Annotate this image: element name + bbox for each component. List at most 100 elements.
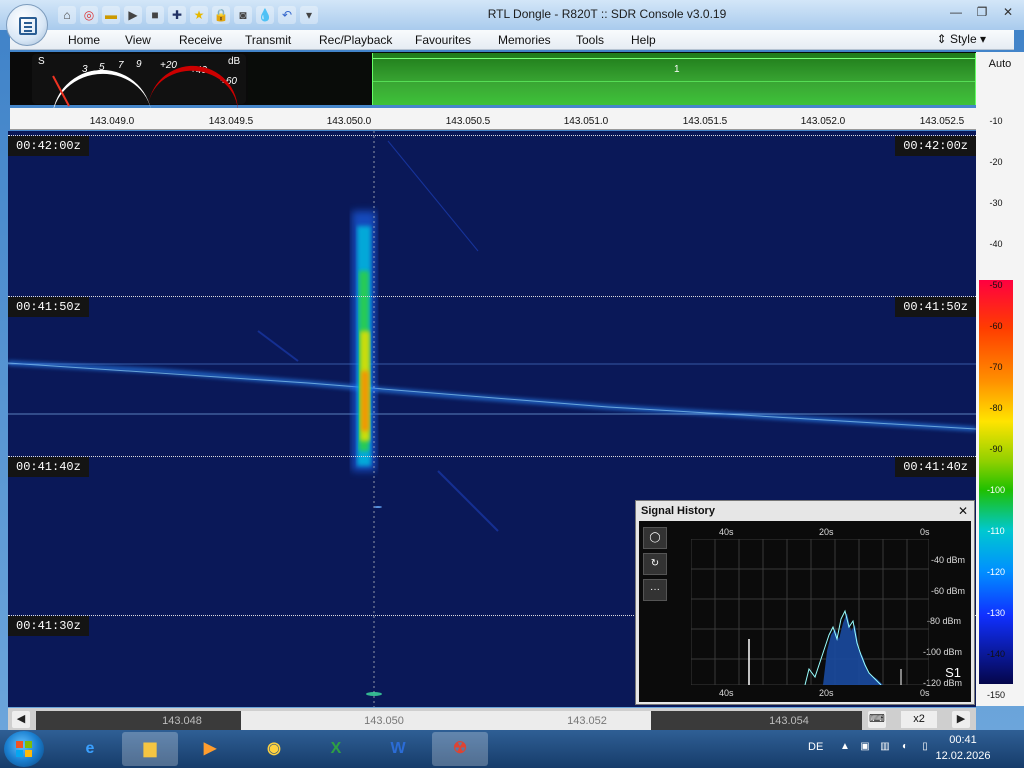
scale-value: -80 <box>989 403 1003 413</box>
timestamp-left: 00:41:40z <box>8 457 89 477</box>
ruler-tick: 143.052.5 <box>919 116 965 127</box>
minimize-icon[interactable]: — <box>946 3 966 21</box>
menu-tools[interactable]: Tools <box>576 33 604 47</box>
sdr-console-icon[interactable]: ☢ <box>432 732 488 766</box>
menu-view[interactable]: View <box>125 33 151 47</box>
tray-app-icon[interactable]: ▣ <box>858 740 872 754</box>
history-level-label: -80 dBm <box>927 616 962 626</box>
ruler-tick: 143.049.0 <box>89 116 135 127</box>
scale-value: -140 <box>986 649 1005 659</box>
menu-rec-playback[interactable]: Rec/Playback <box>319 33 392 47</box>
scale-value: -40 <box>989 239 1003 249</box>
clock-time[interactable]: 00:41 <box>928 734 998 746</box>
scale-value: -150 <box>986 690 1005 700</box>
ruler-tick: 143.051.0 <box>563 116 609 127</box>
scale-value: -130 <box>986 608 1005 618</box>
menu-receive[interactable]: Receive <box>179 33 222 47</box>
network-icon[interactable]: ▥ <box>878 740 892 754</box>
receive-filter-band[interactable] <box>372 53 976 105</box>
taskbar: e ▆ ▶ ◉ X W ☢ DE ▲ ▣ ▥ ◐ ▯ 00:41 12.02.2… <box>0 730 1024 768</box>
application-menu-button[interactable] <box>6 4 48 46</box>
history-level-label: -40 dBm <box>931 555 966 565</box>
scroll-right-icon[interactable]: ▶ <box>952 711 970 728</box>
color-scale-bar[interactable] <box>979 280 1013 684</box>
ruler-tick: 143.051.5 <box>682 116 728 127</box>
scale-value: -10 <box>989 116 1003 126</box>
scroll-left-icon[interactable]: ◀ <box>12 711 30 728</box>
close-icon[interactable]: ✕ <box>998 3 1018 21</box>
frequency-ruler[interactable]: 143.049.0 143.049.5 143.050.0 143.050.5 … <box>10 108 976 130</box>
ruler-tick: 143.050.0 <box>326 116 372 127</box>
menu-home[interactable]: Home <box>68 33 100 47</box>
timestamp-right: 00:41:50z <box>895 297 976 317</box>
window-title: RTL Dongle - R820T :: SDR Console v3.0.1… <box>487 7 727 21</box>
ruler-tick: 143.052.0 <box>800 116 846 127</box>
history-top-label: 0s <box>920 527 930 537</box>
menu-memories[interactable]: Memories <box>498 33 551 47</box>
scale-value: -110 <box>987 526 1005 536</box>
scale-value: -20 <box>989 157 1003 167</box>
time-line <box>8 135 976 136</box>
explorer-folder-icon[interactable]: ▆ <box>122 732 178 766</box>
ruler-tick: 143.049.5 <box>208 116 254 127</box>
meter-db-label: dB <box>228 56 241 67</box>
signal-history-panel[interactable]: Signal History ✕ ◯ ↻ ··· 40s 20s 0s 40s … <box>635 500 975 705</box>
language-indicator[interactable]: DE <box>808 741 823 753</box>
restore-icon[interactable]: ❐ <box>972 3 992 21</box>
volume-icon[interactable]: ◐ <box>898 740 912 754</box>
scale-auto-button[interactable]: Auto <box>976 58 1024 70</box>
media-player-icon[interactable]: ▶ <box>182 732 238 766</box>
close-icon[interactable]: ✕ <box>958 504 968 518</box>
db-scale: Auto -10 -20 -30 -40 -50 -60 -70 -80 -90… <box>976 52 1024 706</box>
word-icon[interactable]: W <box>370 732 426 766</box>
timestamp-right: 00:42:00z <box>895 136 976 156</box>
keyboard-icon[interactable]: ⌨ <box>868 711 886 728</box>
meter-s-label: S <box>38 56 45 67</box>
start-button[interactable] <box>4 731 44 767</box>
scale-value: -50 <box>989 280 1003 290</box>
spectrum-display[interactable] <box>248 52 976 105</box>
system-tray: ▲ ▣ ▥ ◐ ▯ <box>838 740 932 754</box>
history-top-label: 20s <box>819 527 834 537</box>
signal-history-title: Signal History <box>641 505 715 517</box>
time-line <box>8 296 976 297</box>
chrome-icon[interactable]: ◉ <box>246 732 302 766</box>
menu-transmit[interactable]: Transmit <box>245 33 291 47</box>
windows-logo-icon <box>16 741 32 757</box>
more-icon[interactable]: ··· <box>643 579 667 601</box>
style-label: Style <box>949 32 977 46</box>
meter-scale-7: 7 <box>118 60 124 71</box>
menu-favourites[interactable]: Favourites <box>415 33 471 47</box>
timestamp-left: 00:41:30z <box>8 616 89 636</box>
title-bar: ⌂ ◎ ▬ ▶ ■ ✚ ★ 🔒 ◙ 💧 ↶ ▾ RTL Dongle - R82… <box>0 0 1024 30</box>
history-bottom-label: 0s <box>920 688 930 698</box>
scale-value: -120 <box>986 567 1005 577</box>
scale-value: -100 <box>986 485 1005 495</box>
scale-value: -30 <box>989 198 1003 208</box>
frequency-overview-track[interactable]: 143.048 143.050 143.052 143.054 <box>36 711 862 730</box>
style-dropdown[interactable]: ⇕ Style ▾ <box>937 32 986 46</box>
history-bottom-label: 40s <box>719 688 734 698</box>
record-icon[interactable]: ◯ <box>643 527 667 549</box>
clock-date[interactable]: 12.02.2026 <box>928 750 998 762</box>
overview-freq: 143.054 <box>769 715 809 727</box>
internet-explorer-icon[interactable]: e <box>62 732 118 766</box>
timestamp-right: 00:41:40z <box>895 457 976 477</box>
style-icon: ⇕ <box>936 32 950 46</box>
timestamp-left: 00:42:00z <box>8 136 89 156</box>
window-controls: — ❐ ✕ <box>946 3 1018 21</box>
signal-history-body: ◯ ↻ ··· 40s 20s 0s 40s 20s 0s -40 dBm -6… <box>639 521 971 702</box>
spectrum-trace-lower <box>373 81 975 82</box>
show-hidden-icons-icon[interactable]: ▲ <box>838 740 852 754</box>
history-top-label: 40s <box>719 527 734 537</box>
excel-icon[interactable]: X <box>308 732 364 766</box>
overview-freq: 143.052 <box>567 715 607 727</box>
zoom-selector[interactable]: x2 <box>901 711 937 728</box>
overview-freq: 143.050 <box>364 715 404 727</box>
menu-help[interactable]: Help <box>631 33 656 47</box>
scale-value: -90 <box>989 444 1003 454</box>
scale-value: -60 <box>989 321 1003 331</box>
scale-value: -70 <box>989 362 1003 372</box>
app-menu-icon <box>19 17 37 35</box>
refresh-icon[interactable]: ↻ <box>643 553 667 575</box>
